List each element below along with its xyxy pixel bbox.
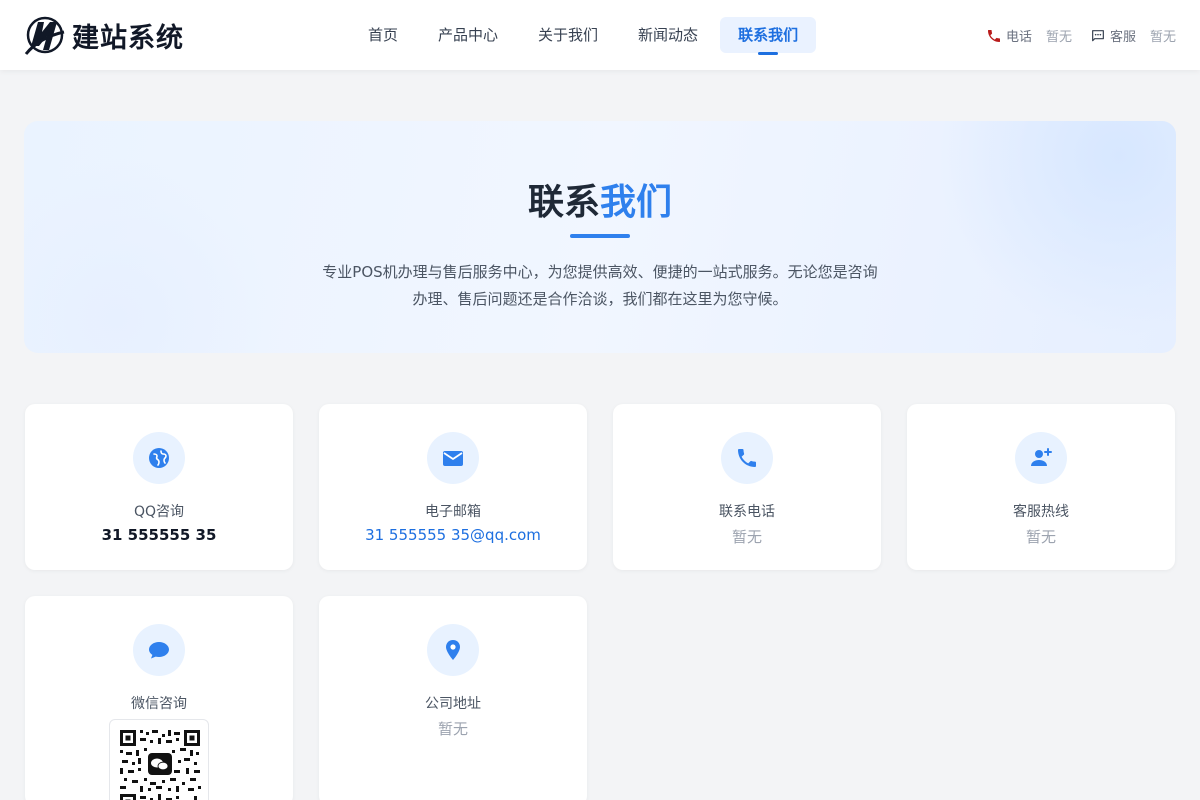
card-hotline-value: 暂无 [1025,528,1056,546]
hero-description-line1: 专业POS机办理与售后服务中心，为您提供高效、便捷的一站式服务。无论您是咨询 [322,263,878,281]
header-service-value: 暂无 [1149,30,1176,45]
header-phone[interactable]: 电话 暂无 [986,26,1072,45]
site-header: 建站系统 首页 产品中心 关于我们 新闻动态 联系我们 电话 暂无 客服 暂无 [0,0,1200,70]
hero-description-line2: 办理、售后问题还是合作洽谈，我们都在这里为您守候。 [412,290,788,308]
chat-icon [1092,29,1104,41]
card-phone-value: 暂无 [731,528,762,546]
globe-icon [149,448,169,468]
nav-about[interactable]: 关于我们 [520,17,616,53]
header-service[interactable]: 客服 暂无 [1090,26,1176,45]
header-phone-value: 暂无 [1045,30,1072,45]
card-email-value[interactable]: 31 555555 35@qq.com [319,526,587,544]
card-address-icon-wrap [427,624,479,676]
mail-icon [443,451,463,466]
card-address[interactable]: 公司地址 暂无 [319,596,587,800]
card-phone-icon-wrap [721,432,773,484]
card-qq-icon-wrap [133,432,185,484]
nav-home[interactable]: 首页 [350,17,416,53]
qr-code-icon [120,730,201,800]
header-service-label: 客服 [1109,30,1136,45]
card-wechat[interactable]: 微信咨询 [25,596,293,800]
header-phone-label: 电话 [1005,30,1032,45]
header-contact: 电话 暂无 客服 暂无 [986,26,1176,45]
card-email-icon-wrap [427,432,479,484]
nav-contact[interactable]: 联系我们 [720,17,817,55]
phone-icon [738,449,756,467]
person-add-icon [1031,448,1052,466]
hero-description: 专业POS机办理与售后服务中心，为您提供高效、便捷的一站式服务。无论您是咨询 办… [294,259,906,313]
contact-hero: 联系我们 专业POS机办理与售后服务中心，为您提供高效、便捷的一站式服务。无论您… [24,121,1176,353]
card-hotline-icon-wrap [1015,432,1067,484]
card-qq-label: QQ咨询 [133,504,185,520]
phone-icon [987,29,1000,42]
card-phone-label: 联系电话 [719,504,775,520]
title-underline [570,234,630,238]
page-title-main: 联系 [527,182,600,223]
logo-mark-icon [24,16,65,55]
wechat-qr-code [109,719,209,800]
card-address-value: 暂无 [437,720,468,738]
nav-products[interactable]: 产品中心 [420,17,516,53]
card-email-label: 电子邮箱 [425,504,481,520]
card-wechat-icon-wrap [133,624,185,676]
card-hotline[interactable]: 客服热线 暂无 [907,404,1175,570]
card-qq[interactable]: QQ咨询 31 555555 35 [25,404,293,570]
page-title: 联系我们 [24,173,1176,225]
card-phone[interactable]: 联系电话 暂无 [613,404,881,570]
card-email[interactable]: 电子邮箱 31 555555 35@qq.com [319,404,587,570]
card-wechat-label: 微信咨询 [131,696,187,712]
brand-name: 建站系统 [72,22,184,54]
nav-news[interactable]: 新闻动态 [620,17,716,53]
page-title-accent: 我们 [600,182,673,223]
chat-bubble-icon [149,642,169,659]
card-hotline-label: 客服热线 [1013,504,1069,520]
location-pin-icon [446,640,460,660]
main-nav: 首页 产品中心 关于我们 新闻动态 联系我们 [350,17,820,55]
card-address-label: 公司地址 [425,696,481,712]
card-qq-value[interactable]: 31 555555 35 [25,526,293,544]
site-logo[interactable]: 建站系统 [24,14,184,56]
